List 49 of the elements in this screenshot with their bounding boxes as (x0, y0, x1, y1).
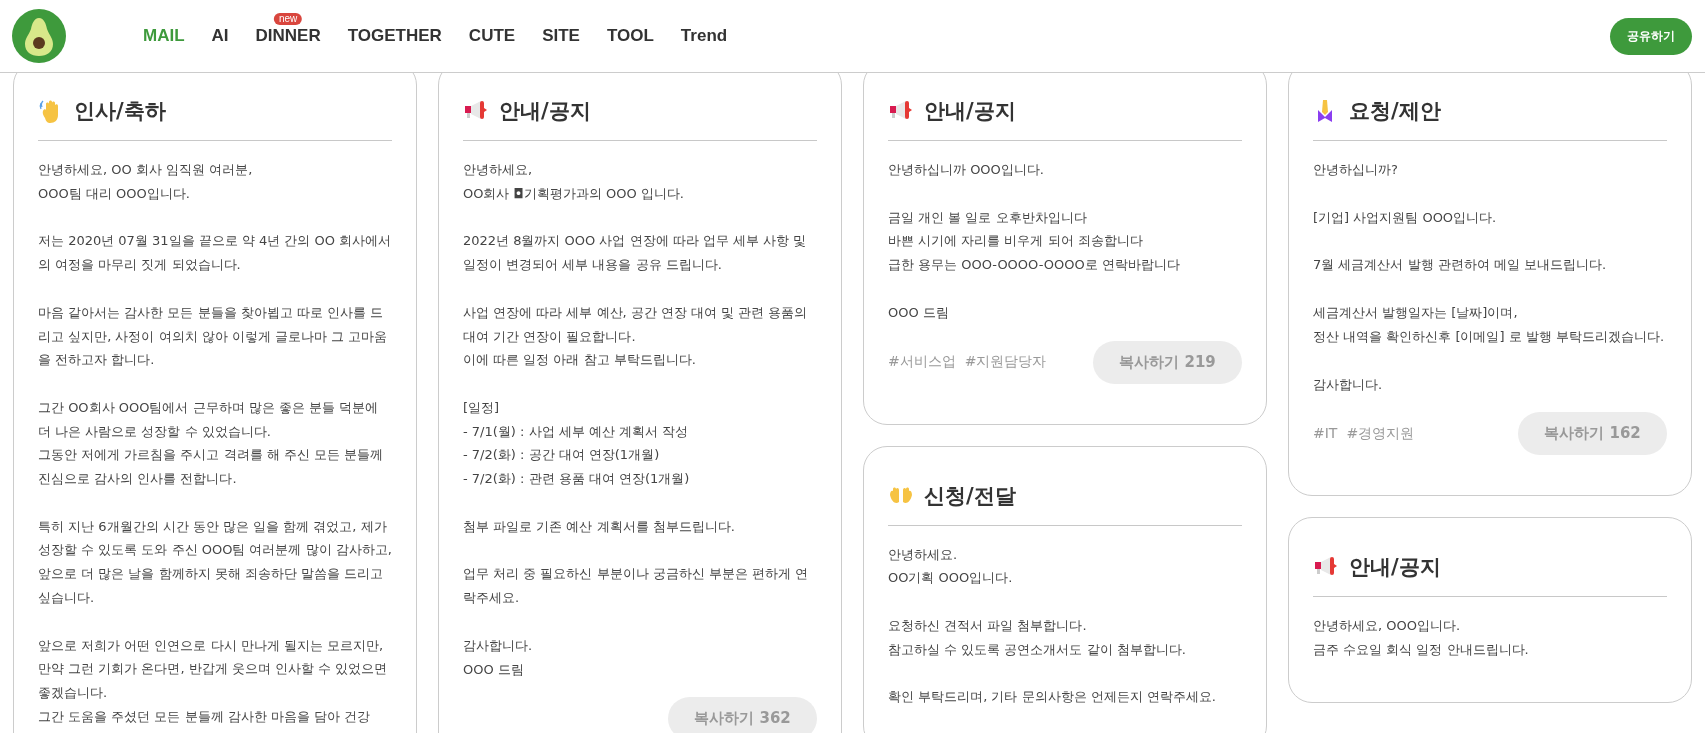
body-paragraph: 특히 지난 6개월간의 시간 동안 많은 일을 함께 겪었고, 제가 성장할 수 있도록 도와 주신 OOO팀 여러분께 많이 감사하고, 앞으로 더 많은 날을 함께하지 못해 죄송하단 말씀을 드리고 싶습니다. (38, 517, 392, 607)
body-paragraph: 안녕하세요, OO 회사 임직원 여러분, OOO팀 대리 OOO입니다. (38, 161, 254, 203)
nav-link[interactable]: TOGETHER (347, 26, 442, 46)
body-paragraph: 세금계산서 발행일자는 [날짜]이며, 정산 내역을 확인하신후 [이메일] 로 발행 부탁드리겠습니다. (1313, 304, 1666, 346)
body-paragraph: 저는 2020년 07월 31일을 끝으로 약 4년 간의 OO 회사에서의 여정을 마무리 짓게 되었습니다. (38, 232, 392, 275)
body-paragraph: 안녕하십니까 OOO입니다. (888, 161, 1045, 179)
card-title: 요청/제안 (1349, 98, 1441, 125)
copy-button[interactable]: 복사하기 362 (668, 697, 817, 733)
avocado-logo-icon[interactable] (12, 9, 66, 63)
copy-button[interactable]: 복사하기 219 (1093, 340, 1242, 384)
body-paragraph: 금일 개인 볼 일로 오후반차입니다 바쁜 시기에 자리를 비우게 되어 죄송합니다 급한 용무는 OOO-OOOO-OOOO로 연락바랍니다 (888, 208, 1181, 275)
body-paragraph: [기업] 사업지원팀 OOO입니다. (1313, 208, 1498, 227)
hashtag[interactable]: #서비스업 (888, 353, 956, 371)
body-paragraph: 그간 OO회사 OOO팀에서 근무하며 많은 좋은 분들 덕분에 더 나은 사람으로 성장할 수 있었습니다. 그동안 저에게 가르침을 주시고 격려를 해 주신 모든 분들께 진심으로 감사의 인사를 전합니다. (38, 398, 385, 489)
body-paragraph: 안녕하세요. OO기획 OOO입니다. (888, 545, 1014, 588)
body-paragraph: OOO 드림 (888, 303, 950, 322)
body-paragraph: 안녕하십니까? (1313, 161, 1399, 179)
body-paragraph: 안녕하세요, OOO입니다. 금주 수요일 회식 일정 안내드립니다. (1313, 617, 1530, 659)
share-button[interactable]: 공유하기 (1610, 17, 1692, 55)
card-title: 안내/공지 (499, 98, 591, 125)
nav-link[interactable]: AI (211, 26, 229, 46)
hashtag[interactable]: #IT (1313, 424, 1338, 443)
body-paragraph: 첨부 파일로 기존 예산 계획서를 첨부드립니다. (463, 517, 736, 536)
body-paragraph: 7월 세금계산서 발행 관련하여 메일 보내드립니다. (1313, 256, 1608, 275)
nav-link[interactable]: SITE (542, 26, 580, 46)
nav-link[interactable]: DINNER (255, 26, 321, 46)
card-title: 안내/공지 (1349, 554, 1441, 582)
new-badge: new (273, 13, 303, 25)
nav-link[interactable]: MAIL (143, 26, 185, 46)
card-title: 인사/축하 (74, 98, 166, 125)
nav-link[interactable]: CUTE (468, 26, 516, 46)
nav-link[interactable]: Trend (680, 26, 728, 46)
body-paragraph: 요청하신 견적서 파일 첨부합니다. 참고하실 수 있도록 공연소개서도 같이 첨부합니다. (888, 616, 1187, 659)
copy-button[interactable]: 복사하기 162 (1518, 412, 1667, 456)
body-paragraph: 감사합니다. OOO 드림 (463, 636, 534, 679)
body-paragraph: 안녕하세요, OO회사 ◘기획평가과의 OOO 입니다. (463, 161, 685, 203)
hashtag[interactable]: #지원담당자 (964, 353, 1047, 371)
body-paragraph: [일정] - 7/1(월) : 사업 세부 예산 계획서 작성 - 7/2(화) : 공간 대여 연장(1개월) - 7/2(화) : 관련 용품 대여 연장(1개월) (463, 398, 691, 489)
body-paragraph: 사업 연장에 따라 세부 예산, 공간 연장 대여 및 관련 용품의 대여 기간 연장이 필요합니다. 이에 따른 일정 아래 참고 부탁드립니다. (463, 303, 809, 370)
body-paragraph: 2022년 8월까지 OOO 사업 연장에 따라 업무 세부 사항 및 일정이 변경되어 세부 내용을 공유 드립니다. (463, 232, 808, 275)
body-paragraph: 감사합니다. (1313, 375, 1384, 394)
body-paragraph: 앞으로 저희가 어떤 인연으로 다시 만나게 될지는 모르지만, 만약 그런 기회가 온다면, 반갑게 웃으며 인사할 수 있었으면 좋겠습니다. 그간 도움을 주셨던 모든 분들께 감사한 마음을 담아 건강 (38, 636, 389, 726)
hashtag[interactable]: #경영지원 (1346, 424, 1415, 443)
body-paragraph: 업무 처리 중 필요하신 부분이나 궁금하신 부분은 편하게 연락주세요. (463, 565, 810, 608)
card-title: 신청/전달 (924, 482, 1016, 510)
body-paragraph: 마음 같아서는 감사한 모든 분들을 찾아뵙고 따로 인사를 드리고 싶지만, 사정이 여의치 않아 이렇게 글로나마 그 고마움을 전하고자 합니다. (38, 303, 389, 370)
card-title: 안내/공지 (924, 98, 1016, 125)
nav-link[interactable]: TOOL (606, 26, 654, 46)
body-paragraph: 확인 부탁드리며, 기타 문의사항은 언제든지 연락주세요. (888, 688, 1217, 707)
